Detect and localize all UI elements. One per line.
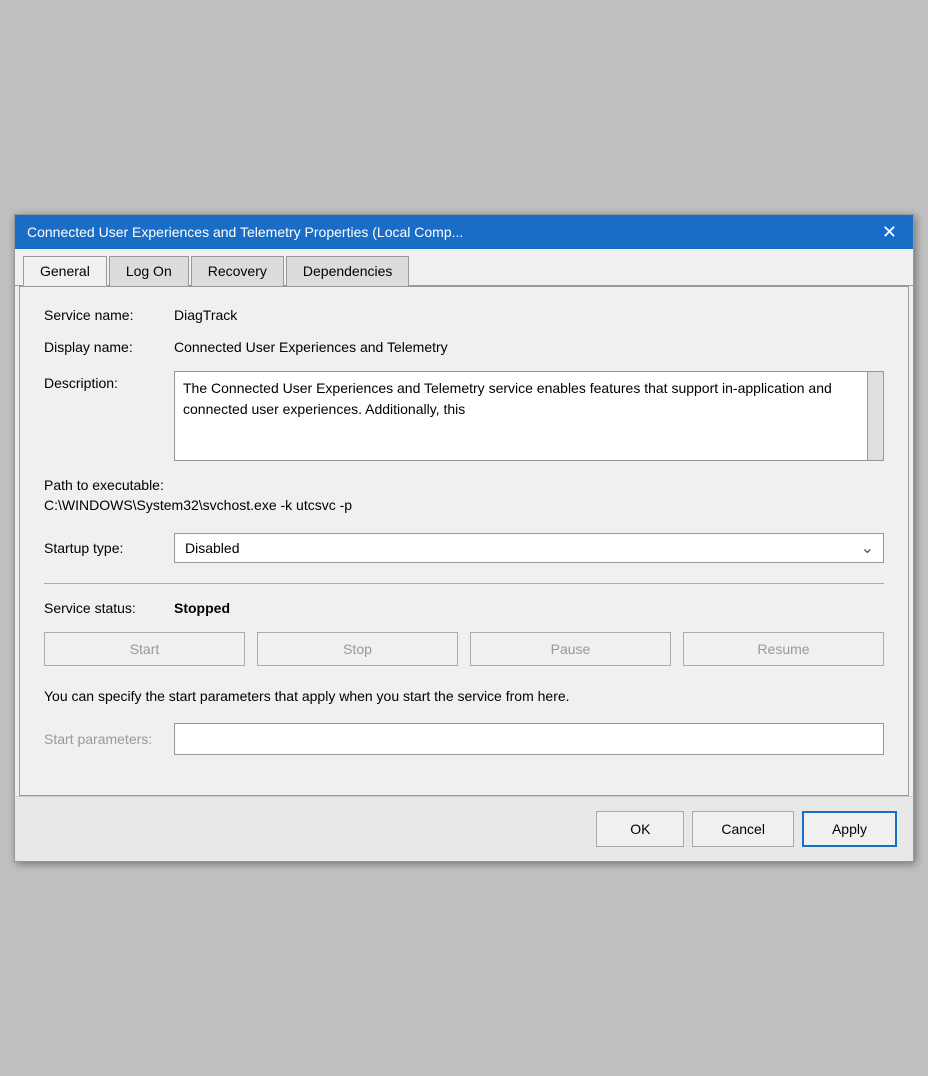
resume-button[interactable]: Resume bbox=[683, 632, 884, 666]
start-params-row: Start parameters: bbox=[44, 723, 884, 755]
service-status-label: Service status: bbox=[44, 600, 174, 616]
start-button[interactable]: Start bbox=[44, 632, 245, 666]
path-value: C:\WINDOWS\System32\svchost.exe -k utcsv… bbox=[44, 497, 884, 513]
path-section: Path to executable: C:\WINDOWS\System32\… bbox=[44, 477, 884, 513]
ok-button[interactable]: OK bbox=[596, 811, 684, 847]
stop-button[interactable]: Stop bbox=[257, 632, 458, 666]
tab-content: Service name: DiagTrack Display name: Co… bbox=[19, 286, 909, 796]
startup-type-label: Startup type: bbox=[44, 540, 174, 556]
description-label: Description: bbox=[44, 371, 174, 391]
tab-general[interactable]: General bbox=[23, 256, 107, 286]
cancel-button[interactable]: Cancel bbox=[692, 811, 794, 847]
service-status-value: Stopped bbox=[174, 600, 230, 616]
service-control-buttons: Start Stop Pause Resume bbox=[44, 632, 884, 666]
close-button[interactable]: ✕ bbox=[878, 223, 901, 241]
info-text: You can specify the start parameters tha… bbox=[44, 686, 884, 707]
description-section: Description: The Connected User Experien… bbox=[44, 371, 884, 461]
tab-dependencies[interactable]: Dependencies bbox=[286, 256, 410, 286]
display-name-label: Display name: bbox=[44, 339, 174, 355]
path-label: Path to executable: bbox=[44, 477, 884, 493]
startup-type-wrapper: Disabled Manual Automatic Automatic (Del… bbox=[174, 533, 884, 563]
title-bar: Connected User Experiences and Telemetry… bbox=[15, 215, 913, 249]
tab-logon[interactable]: Log On bbox=[109, 256, 189, 286]
tab-bar: General Log On Recovery Dependencies bbox=[15, 249, 913, 286]
service-name-value: DiagTrack bbox=[174, 307, 237, 323]
service-name-row: Service name: DiagTrack bbox=[44, 307, 884, 323]
tab-recovery[interactable]: Recovery bbox=[191, 256, 284, 286]
start-params-input[interactable] bbox=[174, 723, 884, 755]
display-name-row: Display name: Connected User Experiences… bbox=[44, 339, 884, 355]
dialog-footer: OK Cancel Apply bbox=[15, 796, 913, 861]
pause-button[interactable]: Pause bbox=[470, 632, 671, 666]
startup-type-row: Startup type: Disabled Manual Automatic … bbox=[44, 533, 884, 563]
scrollbar[interactable] bbox=[867, 372, 883, 460]
divider bbox=[44, 583, 884, 584]
startup-type-select[interactable]: Disabled Manual Automatic Automatic (Del… bbox=[174, 533, 884, 563]
window-title: Connected User Experiences and Telemetry… bbox=[27, 224, 878, 240]
service-name-label: Service name: bbox=[44, 307, 174, 323]
apply-button[interactable]: Apply bbox=[802, 811, 897, 847]
service-status-row: Service status: Stopped bbox=[44, 600, 884, 616]
description-box: The Connected User Experiences and Telem… bbox=[174, 371, 884, 461]
display-name-value: Connected User Experiences and Telemetry bbox=[174, 339, 448, 355]
properties-dialog: Connected User Experiences and Telemetry… bbox=[14, 214, 914, 862]
start-params-label: Start parameters: bbox=[44, 731, 174, 747]
description-text: The Connected User Experiences and Telem… bbox=[183, 378, 875, 420]
